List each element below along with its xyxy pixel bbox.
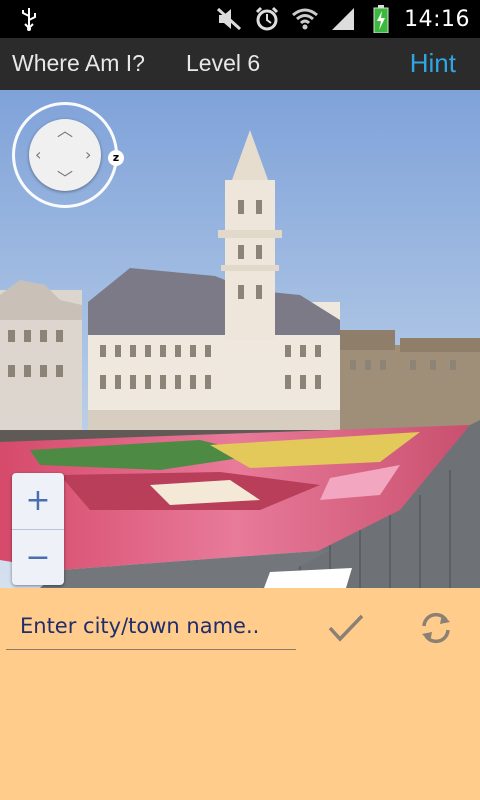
app-title: Where Am I? bbox=[12, 50, 145, 76]
signal-icon bbox=[328, 4, 358, 34]
refresh-icon[interactable] bbox=[412, 604, 460, 652]
hint-button[interactable]: Hint bbox=[410, 48, 456, 79]
mute-icon bbox=[214, 4, 244, 34]
title-bar: Where Am I? Level 6 Hint bbox=[0, 38, 480, 90]
compass-badge: z bbox=[108, 150, 124, 166]
battery-charging-icon bbox=[366, 4, 396, 34]
checkmark-icon[interactable] bbox=[322, 604, 370, 652]
usb-icon bbox=[16, 6, 42, 32]
pan-left-icon[interactable]: ‹ bbox=[35, 147, 41, 163]
pan-control[interactable]: ︿ ﹀ ‹ › bbox=[12, 102, 118, 208]
zoom-in-button[interactable]: + bbox=[12, 473, 64, 528]
answer-panel bbox=[0, 588, 480, 800]
level-label: Level 6 bbox=[186, 50, 261, 76]
pan-down-icon[interactable]: ﹀ bbox=[57, 171, 73, 187]
city-name-input[interactable] bbox=[6, 602, 296, 650]
zoom-control: + − bbox=[12, 473, 64, 585]
clock: 14:16 bbox=[404, 6, 470, 32]
pan-up-icon[interactable]: ︿ bbox=[57, 123, 73, 139]
pan-control-knob[interactable]: ︿ ﹀ ‹ › bbox=[29, 119, 101, 191]
wifi-icon bbox=[290, 4, 320, 34]
pan-right-icon[interactable]: › bbox=[85, 147, 91, 163]
zoom-out-button[interactable]: − bbox=[12, 530, 64, 585]
status-bar: 14:16 bbox=[0, 0, 480, 38]
alarm-icon bbox=[252, 4, 282, 34]
